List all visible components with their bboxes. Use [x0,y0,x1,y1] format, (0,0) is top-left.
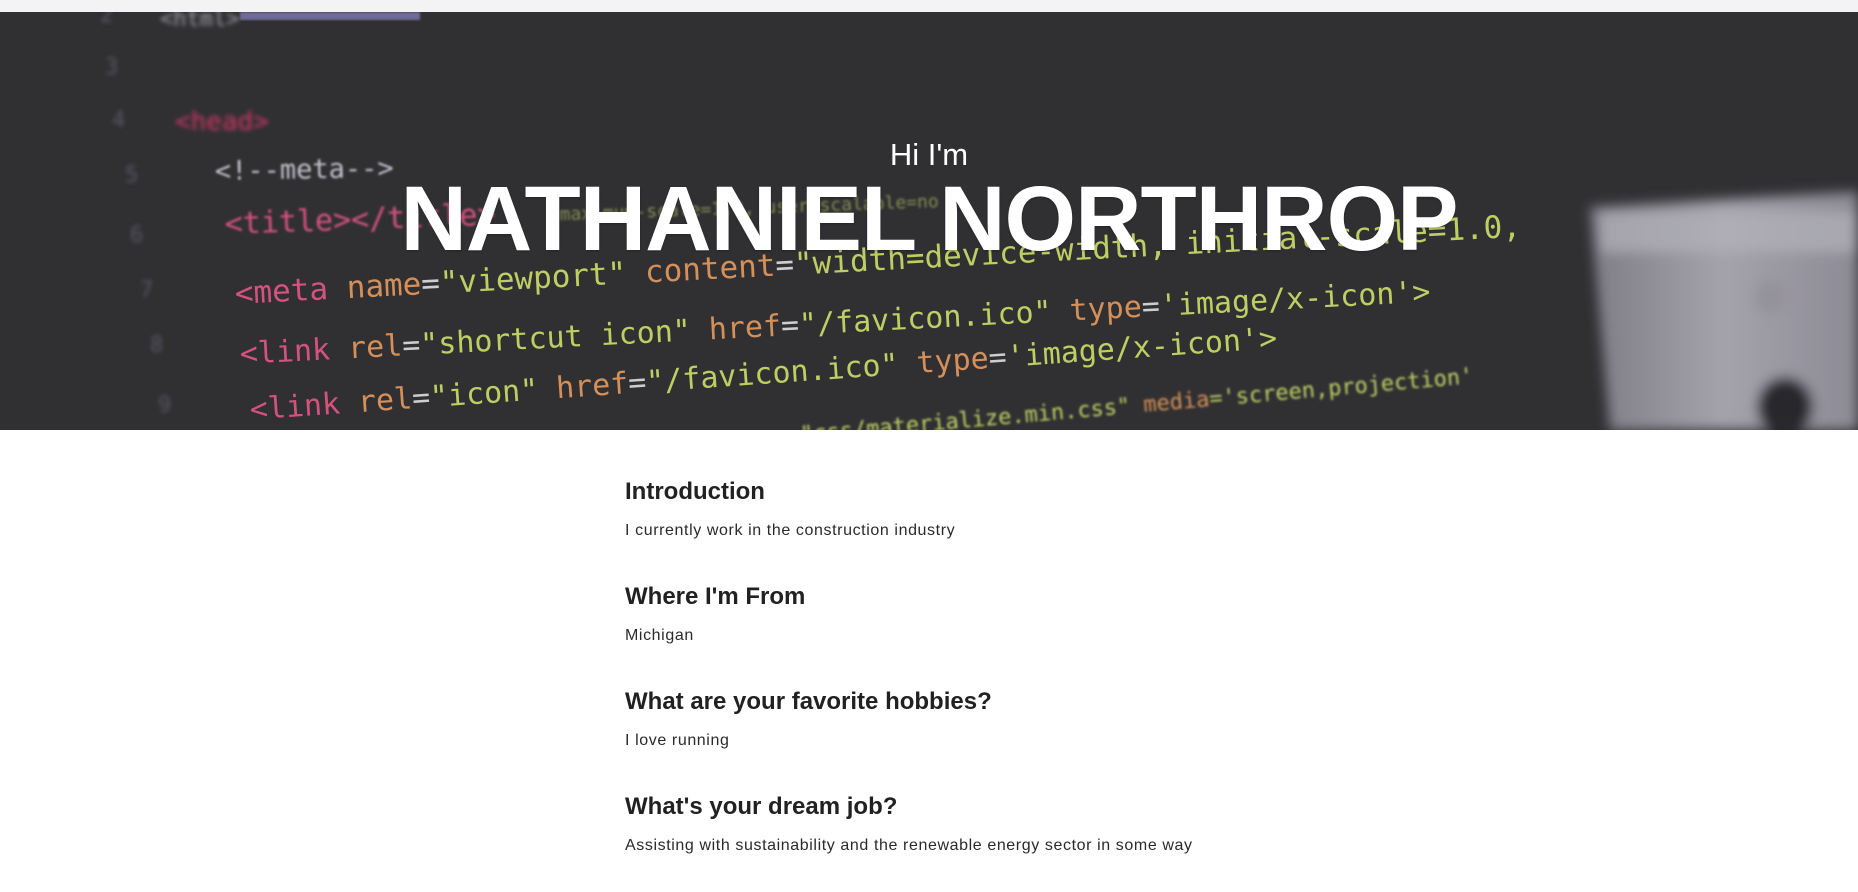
section-body: I currently work in the construction ind… [625,522,956,539]
section-where-from: Where I'm From Michigan [625,577,1525,646]
section-body: Assisting with sustainability and the re… [625,837,1193,854]
section-heading: Where I'm From [625,583,806,610]
section-hobbies: What are your favorite hobbies? I love r… [625,682,1525,751]
hero-text-block: Hi I'm NATHANIEL NORTHROP [0,12,1858,430]
section-heading: What are your favorite hobbies? [625,688,992,715]
section-introduction: Introduction I currently work in the con… [625,472,1525,541]
section-body: I love running [625,732,730,749]
main-content: Introduction I currently work in the con… [625,472,1525,892]
section-dream-job: What's your dream job? Assisting with su… [625,787,1525,856]
section-body: Michigan [625,627,694,644]
section-heading: Introduction [625,478,765,505]
hero-banner: <html> 2 3 4 5 6 7 8 9 <head> <!--meta--… [0,12,1858,430]
hero-name-title: NATHANIEL NORTHROP [400,168,1458,270]
section-heading: What's your dream job? [625,793,898,820]
